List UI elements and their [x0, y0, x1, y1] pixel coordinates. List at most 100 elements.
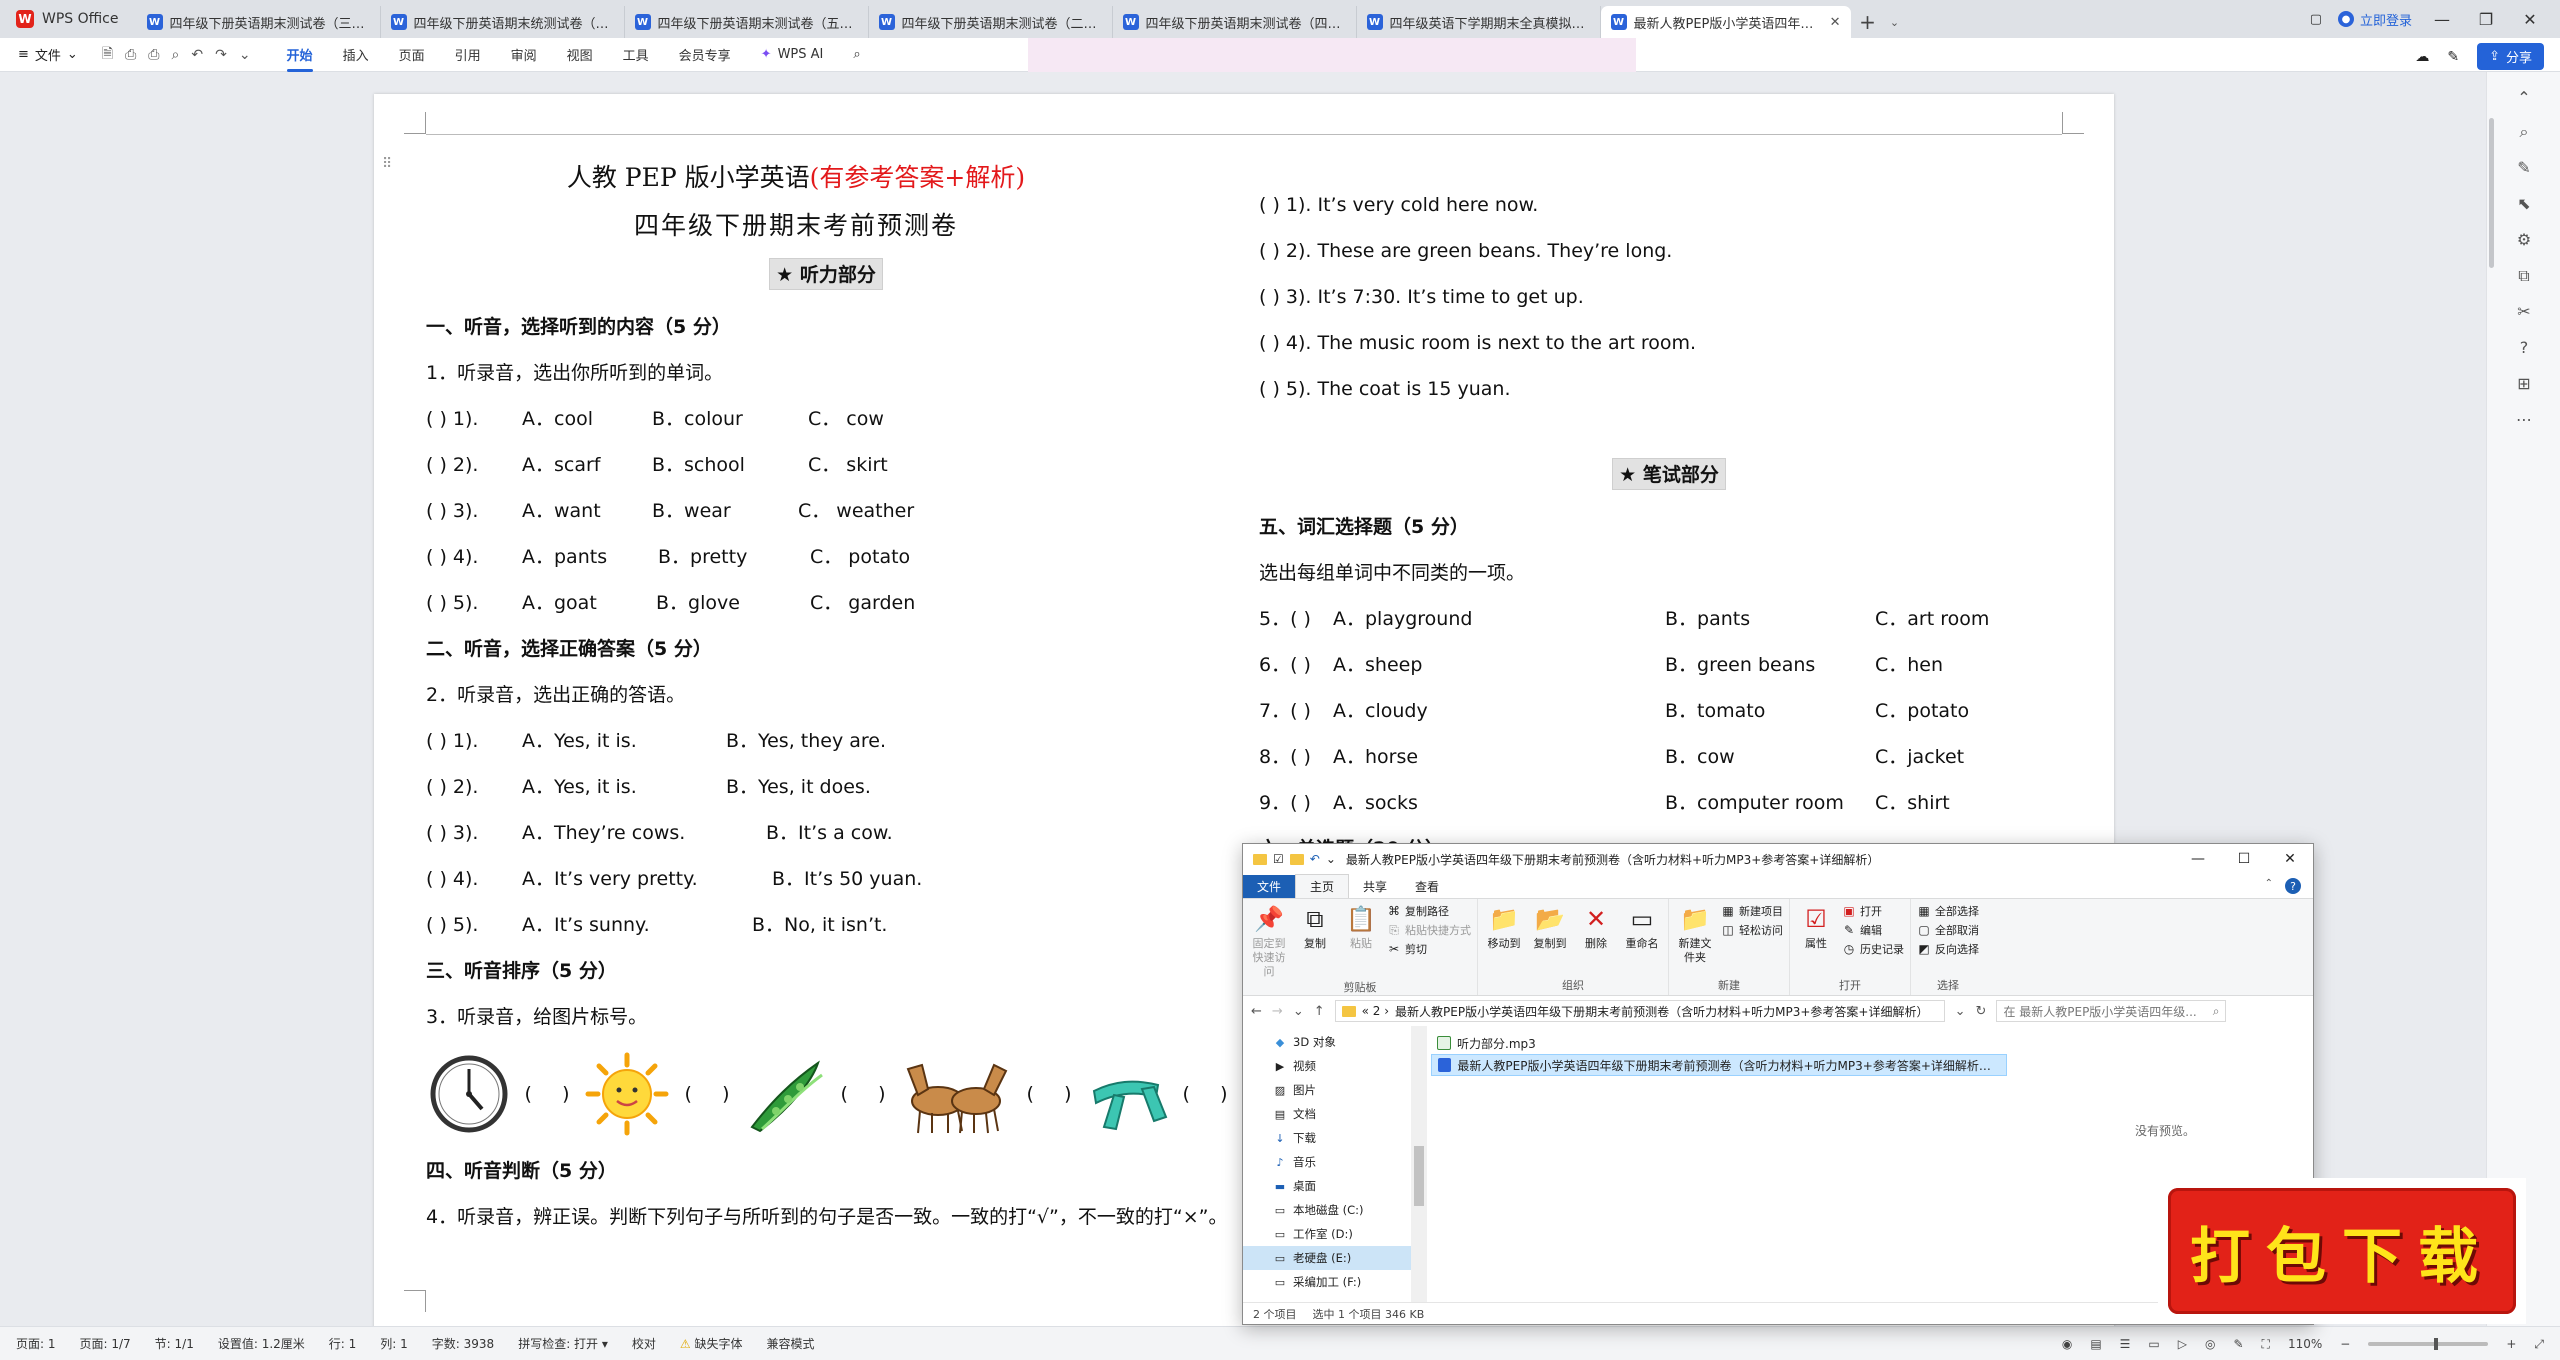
nav-item-videos[interactable]: ▶ 视频 — [1243, 1054, 1427, 1078]
tab-home[interactable]: 开始 — [286, 39, 313, 72]
nav-item-music[interactable]: ♪ 音乐 — [1243, 1150, 1427, 1174]
edit-button[interactable]: ✎ 编辑 — [1842, 922, 1904, 938]
maximize-icon[interactable]: ☐ — [2221, 851, 2267, 867]
refresh-icon[interactable]: ↻ — [1976, 1004, 1987, 1019]
address-dropdown-icon[interactable]: ⌄ — [1955, 1004, 1966, 1019]
recent-chevron-icon[interactable]: ⌄ — [1293, 1004, 1304, 1019]
undo-icon[interactable]: ↶ — [1310, 852, 1320, 866]
paste-button[interactable]: 📋 粘贴 — [1341, 903, 1381, 951]
tab-references[interactable]: 引用 — [455, 39, 481, 70]
nav-item-drive-e[interactable]: ▭ 老硬盘 (E:) — [1243, 1246, 1427, 1270]
collapse-ribbon-icon[interactable]: ⌃ — [2265, 878, 2273, 889]
nav-scrollbar-thumb[interactable] — [1414, 1146, 1424, 1206]
nav-item-3d[interactable]: ◆ 3D 对象 — [1243, 1030, 1427, 1054]
search-icon[interactable]: ⌕ — [853, 47, 860, 62]
easy-access-button[interactable]: ◫ 轻松访问 — [1721, 922, 1783, 938]
web-view-icon[interactable]: ◎ — [2205, 1337, 2215, 1351]
zoom-slider-knob[interactable] — [2434, 1338, 2439, 1350]
nav-item-drive-c[interactable]: ▭ 本地磁盘 (C:) — [1243, 1198, 1427, 1222]
status-word-count[interactable]: 字数: 3938 — [432, 1335, 494, 1352]
doc-tab[interactable]: W 四年级下册英语期末统测试卷（一） — [381, 6, 625, 38]
scrollbar-thumb[interactable] — [2489, 118, 2494, 268]
print-icon[interactable]: ⎙ — [148, 47, 159, 63]
zoom-level[interactable]: 110% — [2288, 1337, 2322, 1351]
copy-to-button[interactable]: 📂 复制到 — [1530, 903, 1570, 951]
help-icon[interactable]: ? — [2487, 338, 2560, 357]
collapse-rail-icon[interactable]: ⌃ — [2487, 88, 2560, 107]
answer-blank[interactable]: ( ) — [828, 1083, 898, 1105]
zoom-out-icon[interactable]: − — [2340, 1337, 2350, 1351]
tab-view[interactable]: 视图 — [567, 39, 593, 70]
nav-item-downloads[interactable]: ↓ 下载 — [1243, 1126, 1427, 1150]
status-pages[interactable]: 页面: 1/7 — [80, 1335, 131, 1352]
explorer-search-input[interactable]: 在 最新人教PEP版小学英语四年级... ⌕ — [1996, 1000, 2227, 1022]
window-mode-icon[interactable]: ▢ — [2310, 12, 2322, 27]
properties-icon[interactable]: ☑ — [1273, 852, 1284, 866]
tab-home[interactable]: 主页 — [1295, 874, 1350, 898]
forward-arrow-icon[interactable]: → — [1272, 1004, 1283, 1019]
doc-tab[interactable]: W 四年级下册英语期末测试卷（二）（含... — [869, 6, 1113, 38]
tab-member[interactable]: 会员专享 — [679, 39, 731, 70]
zoom-slider[interactable] — [2368, 1338, 2489, 1350]
answer-blank[interactable]: ( ) — [1014, 1083, 1084, 1105]
document-scrollbar[interactable] — [2486, 112, 2498, 282]
select-all-button[interactable]: ▦ 全部选择 — [1917, 903, 1979, 919]
tab-page[interactable]: 页面 — [399, 39, 425, 70]
copy-path-button[interactable]: ⌘ 复制路径 — [1387, 903, 1471, 919]
minimize-icon[interactable]: — — [2175, 851, 2221, 867]
redo-icon[interactable]: ↷ — [215, 47, 227, 63]
invert-selection-button[interactable]: ◩ 反向选择 — [1917, 941, 1979, 957]
undo-icon[interactable]: ↶ — [191, 47, 203, 63]
help-icon[interactable]: ? — [2285, 878, 2301, 894]
maximize-icon[interactable]: ❐ — [2472, 10, 2500, 29]
paste-shortcut-button[interactable]: ⎘ 粘贴快捷方式 — [1387, 922, 1471, 938]
proofread-button[interactable]: 校对 — [632, 1335, 656, 1352]
file-item[interactable]: 听力部分.mp3 — [1431, 1032, 2313, 1054]
close-tab-icon[interactable]: ✕ — [1830, 15, 1841, 30]
tools-icon[interactable]: ✂ — [2487, 302, 2560, 321]
nav-item-drive-d[interactable]: ▭ 工作室 (D:) — [1243, 1222, 1427, 1246]
save-icon[interactable]: 🗎 — [102, 43, 113, 67]
close-icon[interactable]: ✕ — [2267, 851, 2313, 867]
tab-insert[interactable]: 插入 — [343, 39, 369, 70]
history-button[interactable]: ◷ 历史记录 — [1842, 941, 1904, 957]
fullscreen-icon[interactable]: ⤢ — [2534, 1337, 2544, 1352]
edit-view-icon[interactable]: ✎ — [2233, 1337, 2243, 1351]
minimize-icon[interactable]: — — [2428, 10, 2456, 29]
doc-tab[interactable]: W 四年级下册英语期末测试卷（四）（含... — [1113, 6, 1357, 38]
more-icon[interactable]: ⋯ — [2487, 410, 2560, 429]
status-setting[interactable]: 设置值: 1.2厘米 — [218, 1335, 305, 1352]
answer-blank[interactable]: ( ) — [1170, 1083, 1240, 1105]
edit-mode-icon[interactable]: ✎ — [2447, 49, 2459, 65]
new-folder-icon[interactable] — [1289, 853, 1304, 865]
zoom-in-icon[interactable]: + — [2506, 1337, 2516, 1351]
status-page[interactable]: 页面: 1 — [16, 1335, 56, 1352]
tab-list-chevron-icon[interactable]: ⌄ — [1885, 6, 1905, 38]
nav-item-documents[interactable]: ▤ 文档 — [1243, 1102, 1427, 1126]
page-view-icon[interactable]: ▤ — [2090, 1337, 2101, 1351]
move-to-button[interactable]: 📁 移动到 — [1484, 903, 1524, 951]
copy-button[interactable]: ⧉ 复制 — [1295, 903, 1335, 951]
read-view-icon[interactable]: ▭ — [2148, 1337, 2159, 1351]
tab-file[interactable]: 文件 — [1243, 874, 1296, 898]
nav-item-pictures[interactable]: ▨ 图片 — [1243, 1078, 1427, 1102]
missing-font-button[interactable]: ⚠ 缺失字体 — [680, 1335, 743, 1352]
doc-tab-active[interactable]: W 最新人教PEP版小学英语四年级... ✕ — [1600, 6, 1851, 38]
file-menu[interactable]: ≡ 文件 ⌄ — [0, 45, 88, 64]
eye-protect-icon[interactable]: ◉ — [2062, 1337, 2072, 1351]
file-explorer-window[interactable]: ☑ ↶ ⌄ 最新人教PEP版小学英语四年级下册期末考前预测卷（含听力材料+听力M… — [1242, 843, 2314, 1325]
tab-tools[interactable]: 工具 — [623, 39, 649, 70]
explorer-titlebar[interactable]: ☑ ↶ ⌄ 最新人教PEP版小学英语四年级下册期末考前预测卷（含听力材料+听力M… — [1243, 844, 2313, 874]
answer-blank[interactable]: ( ) — [672, 1083, 742, 1105]
download-pack-stamp[interactable]: 打包下载 — [2158, 1178, 2526, 1324]
share-button[interactable]: ⇪ 分享 — [2477, 43, 2544, 70]
close-window-icon[interactable]: ✕ — [2516, 10, 2544, 29]
qa-dropdown-icon[interactable]: ⌄ — [1326, 852, 1336, 866]
new-tab-button[interactable]: + — [1851, 6, 1885, 38]
cloud-sync-icon[interactable]: ☁ — [2415, 49, 2429, 65]
nav-scrollbar[interactable] — [1411, 1026, 1427, 1302]
collaborate-icon[interactable]: ⊞ — [2487, 374, 2560, 393]
doc-tab[interactable]: W 四年级英语下学期期末全真模拟卷 人教... — [1357, 6, 1601, 38]
nav-item-drive-f[interactable]: ▭ 采编加工 (F:) — [1243, 1270, 1427, 1294]
play-icon[interactable]: ▷ — [2178, 1337, 2187, 1351]
